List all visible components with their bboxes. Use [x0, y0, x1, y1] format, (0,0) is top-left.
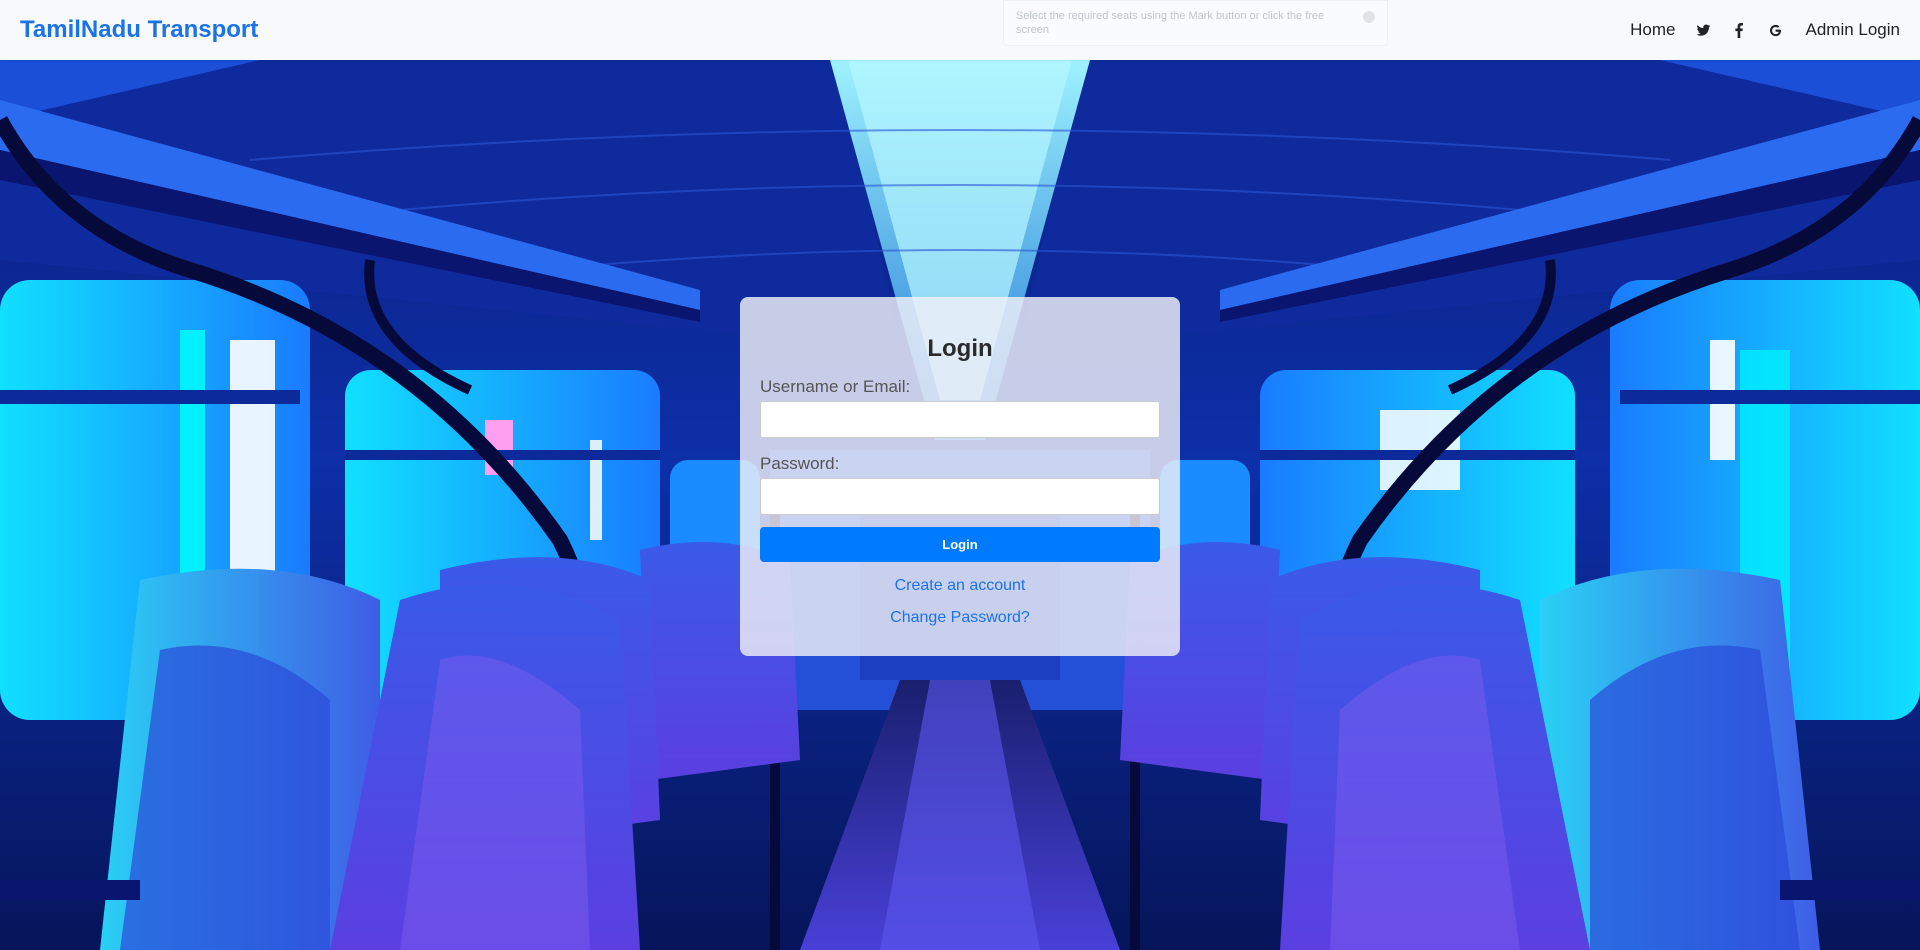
twitter-icon[interactable]: [1695, 22, 1711, 38]
change-password-link[interactable]: Change Password?: [760, 609, 1160, 627]
create-account-link[interactable]: Create an account: [760, 577, 1160, 595]
nav-links: Home Admin Login: [1608, 20, 1900, 40]
google-icon[interactable]: [1767, 22, 1783, 38]
login-title: Login: [927, 335, 993, 362]
nav-home-link[interactable]: Home: [1630, 20, 1675, 40]
brand-logo-text[interactable]: TamilNadu Transport: [20, 16, 258, 44]
toast-text-line2: screen: [1016, 24, 1050, 36]
username-label: Username or Email:: [760, 377, 911, 396]
password-label: Password:: [760, 454, 840, 473]
top-navbar: TamilNadu Transport Home Admin Login: [0, 0, 1920, 60]
toast-text: Select the required seats using the Mark…: [1016, 10, 1325, 22]
close-icon[interactable]: [1363, 11, 1375, 23]
facebook-icon[interactable]: [1731, 22, 1747, 38]
notification-toast: Select the required seats using the Mark…: [1003, 0, 1388, 46]
login-card: Login Username or Email: Password: Login…: [740, 297, 1180, 656]
login-button[interactable]: Login: [760, 527, 1160, 562]
username-input[interactable]: [760, 401, 1160, 438]
nav-admin-login-link[interactable]: Admin Login: [1805, 20, 1900, 40]
password-input[interactable]: [760, 478, 1160, 515]
